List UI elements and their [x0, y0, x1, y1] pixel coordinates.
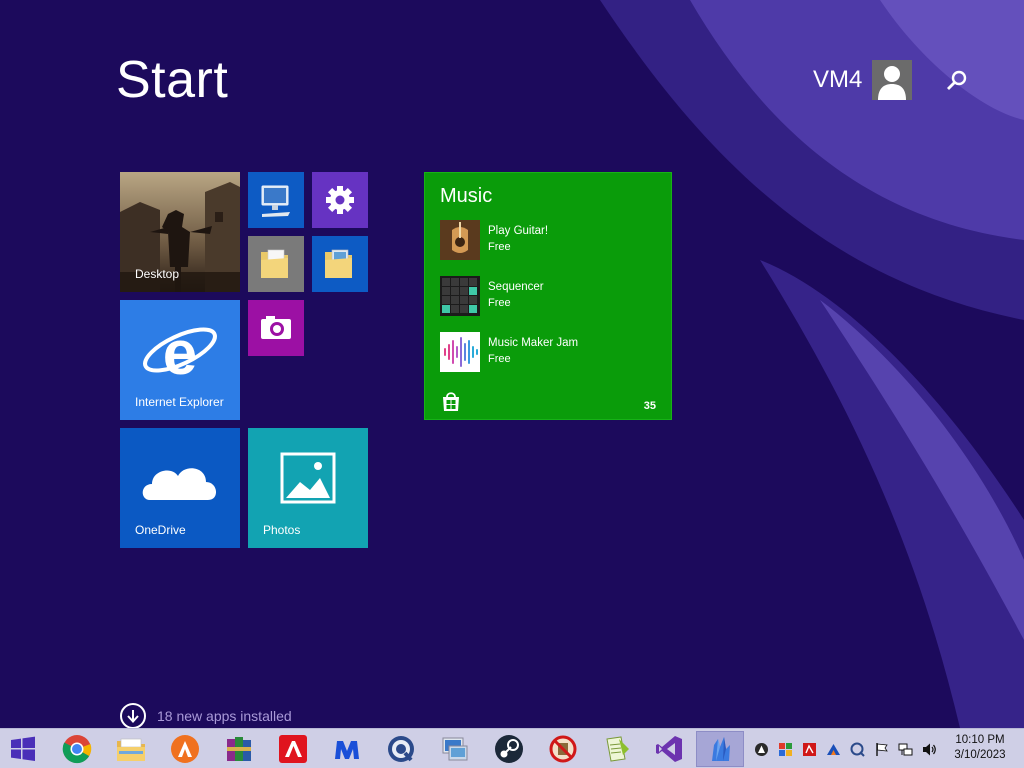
music-tile-title: Music [440, 185, 493, 207]
quicktime-taskbar-button[interactable] [378, 731, 424, 767]
quicktime-icon [388, 736, 414, 762]
avatar[interactable] [872, 60, 913, 100]
notepad-plus-icon [606, 736, 629, 762]
user-account[interactable]: VM4 [813, 60, 913, 100]
user-icon [878, 66, 907, 100]
app-name: Sequencer [488, 281, 544, 293]
crystal-icon [712, 737, 730, 761]
up-arrow-tray-icon[interactable] [826, 742, 841, 757]
list-item[interactable]: Sequencer Free [440, 276, 660, 318]
onedrive-tile-label: OneDrive [135, 523, 186, 537]
crystal-app-taskbar-button[interactable] [696, 731, 744, 767]
music-store-tile[interactable]: Music Play Guitar! Free Sequencer Free M… [424, 172, 672, 420]
list-item[interactable]: Play Guitar! Free [440, 220, 660, 262]
chrome-icon [62, 735, 92, 764]
steam-icon [495, 735, 523, 763]
blocked-app-taskbar-button[interactable] [540, 731, 586, 767]
app-price: Free [488, 353, 511, 365]
quicktime-tray-icon[interactable] [850, 742, 865, 757]
avast-tray-icon[interactable] [754, 742, 769, 757]
badge-count: 35 [643, 400, 656, 412]
this-pc-tile[interactable] [248, 172, 304, 228]
app-thumbnail [440, 332, 480, 372]
list-item[interactable]: Music Maker Jam Free [440, 332, 660, 374]
app-price: Free [488, 297, 511, 309]
desktop-tile-label: Desktop [135, 267, 180, 281]
avira-taskbar-button[interactable] [270, 731, 316, 767]
file-explorer-icon [117, 738, 145, 761]
malwarebytes-taskbar-button[interactable] [324, 731, 370, 767]
gear-icon [326, 186, 354, 214]
start-button[interactable] [0, 731, 46, 767]
folder-icon [325, 249, 352, 278]
app-name: Play Guitar! [488, 225, 549, 237]
computer-icon [261, 185, 290, 217]
network-icon[interactable] [898, 742, 913, 757]
new-apps-link[interactable]: 18 new apps installed [120, 702, 292, 730]
color-grid-tray-icon[interactable] [778, 742, 793, 757]
page-title: Start [116, 51, 229, 109]
no-symbol-icon [549, 735, 577, 763]
avira-icon [279, 735, 307, 763]
photos-tile-label: Photos [263, 523, 301, 537]
taskbar: 10:10 PM 3/10/2023 [0, 728, 1024, 768]
avast-icon [171, 735, 199, 763]
avast-taskbar-button[interactable] [162, 731, 208, 767]
remote-desktop-icon [442, 737, 468, 761]
waveform-icon [440, 332, 480, 372]
search-icon [947, 70, 967, 90]
visual-studio-taskbar-button[interactable] [646, 731, 692, 767]
camera-tile[interactable] [248, 300, 304, 356]
clock-time: 10:10 PM [955, 734, 1005, 746]
clock-date: 3/10/2023 [954, 749, 1006, 761]
clock[interactable]: 10:10 PM 3/10/2023 [944, 733, 1016, 763]
windows-logo-icon [11, 736, 35, 761]
pictures-folder-tile[interactable] [312, 236, 368, 292]
svg-text:e: e [163, 319, 197, 388]
user-name: VM4 [813, 66, 863, 93]
notepad-plus-taskbar-button[interactable] [594, 731, 640, 767]
steam-taskbar-button[interactable] [486, 731, 532, 767]
winrar-icon [227, 737, 251, 761]
app-thumbnail [440, 276, 480, 316]
photos-tile[interactable]: Photos [248, 428, 368, 548]
documents-folder-tile[interactable] [248, 236, 304, 292]
app-price: Free [488, 241, 511, 253]
malwarebytes-icon [335, 741, 359, 759]
app-name: Music Maker Jam [488, 337, 579, 349]
app-thumbnail [440, 220, 480, 260]
onedrive-tile[interactable]: OneDrive [120, 428, 240, 548]
desktop-tile[interactable]: Desktop [120, 172, 240, 292]
search-button[interactable] [944, 68, 970, 94]
sequencer-grid-icon [440, 276, 480, 316]
internet-explorer-tile[interactable]: e Internet Explorer [120, 300, 240, 420]
remote-desktop-taskbar-button[interactable] [432, 731, 478, 767]
visual-studio-icon [656, 736, 682, 762]
new-apps-label: 18 new apps installed [157, 708, 292, 724]
folder-icon [261, 249, 288, 278]
down-arrow-icon [120, 703, 146, 729]
camera-icon [261, 316, 291, 339]
chrome-taskbar-button[interactable] [54, 731, 100, 767]
winrar-taskbar-button[interactable] [216, 731, 262, 767]
volume-icon[interactable] [922, 742, 937, 757]
store-icon [443, 392, 459, 411]
internet-explorer-tile-label: Internet Explorer [135, 395, 224, 409]
flag-icon[interactable] [874, 742, 889, 757]
pdf-tray-icon[interactable] [802, 742, 817, 757]
file-explorer-taskbar-button[interactable] [108, 731, 154, 767]
guitar-icon [440, 220, 480, 260]
pc-settings-tile[interactable] [312, 172, 368, 228]
